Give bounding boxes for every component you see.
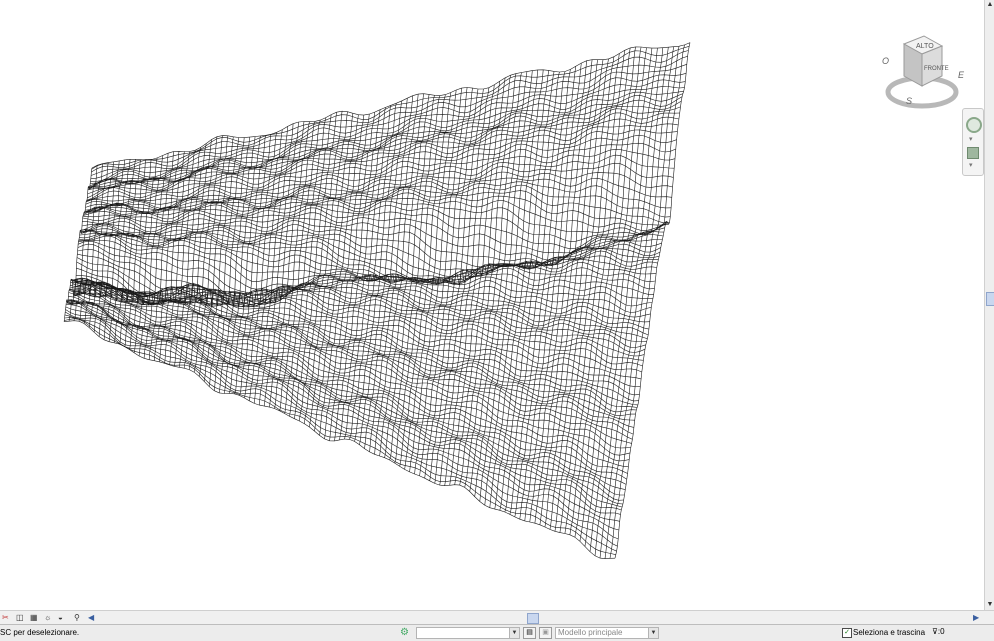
mesh-column-line bbox=[494, 71, 560, 510]
mesh-column-line bbox=[188, 135, 229, 370]
terrain-wireframe-mesh[interactable] bbox=[0, 0, 984, 610]
horizontal-scroll-thumb[interactable] bbox=[527, 613, 539, 624]
mesh-column-line bbox=[369, 93, 424, 452]
mesh-column-line bbox=[609, 44, 685, 559]
3d-view-canvas[interactable]: ALTO FRONTE O E S ▾ ▾ bbox=[0, 0, 984, 610]
mesh-column-line bbox=[559, 47, 631, 533]
design-option-dropdown[interactable]: Modello principale ▼ bbox=[555, 627, 659, 639]
chevron-down-icon[interactable]: ▾ bbox=[969, 135, 973, 143]
mesh-row-line bbox=[78, 233, 656, 283]
mesh-column-line bbox=[319, 114, 370, 436]
status-bar: SC per deselezionare. ⚙ ▼ ▤ ▣ Modello pr… bbox=[0, 624, 994, 641]
scroll-left-icon[interactable]: ◀ bbox=[88, 612, 98, 623]
compass-south-label[interactable]: S bbox=[906, 96, 912, 106]
mesh-column-line bbox=[584, 48, 658, 547]
mesh-row-line bbox=[80, 228, 661, 283]
vertical-scroll-thumb[interactable] bbox=[986, 292, 994, 306]
editable-requests-button[interactable]: ▤ bbox=[523, 627, 536, 639]
compass-east-label[interactable]: E bbox=[958, 70, 965, 80]
mesh-column-line bbox=[234, 132, 278, 394]
scroll-right-icon[interactable]: ▶ bbox=[973, 612, 983, 623]
chevron-down-icon[interactable]: ▼ bbox=[648, 628, 658, 638]
mesh-column-line bbox=[169, 143, 207, 366]
chevron-down-icon[interactable]: ▼ bbox=[509, 628, 519, 638]
filter-count: :0 bbox=[937, 627, 945, 636]
mesh-column-line bbox=[68, 165, 98, 322]
scale-icon[interactable]: ✂ bbox=[2, 612, 9, 623]
viewcube-front-label: FRONTE bbox=[924, 66, 949, 72]
navigation-bar: ▾ ▾ bbox=[962, 108, 984, 176]
mesh-column-line bbox=[499, 71, 566, 511]
crop-view-icon[interactable]: ⚲ bbox=[74, 612, 80, 623]
steering-wheel-icon[interactable] bbox=[966, 117, 982, 133]
chevron-down-icon[interactable]: ▾ bbox=[969, 161, 973, 169]
mesh-column-line bbox=[509, 66, 577, 515]
view-control-bar: ✂ ◫ ▦ ☼ ◒ ⚲ ◀ ▶ bbox=[0, 610, 994, 625]
vertical-scrollbar[interactable]: ▲ ▼ bbox=[984, 0, 994, 610]
detail-level-icon[interactable]: ◫ bbox=[16, 612, 24, 623]
mesh-column-line bbox=[574, 47, 647, 538]
filter-indicator[interactable]: ⊽:0 bbox=[932, 627, 945, 636]
mesh-column-line bbox=[143, 151, 180, 359]
sun-path-icon[interactable]: ☼ bbox=[44, 612, 51, 623]
scroll-down-icon[interactable]: ▼ bbox=[985, 600, 994, 610]
select-drag-label: Seleziona e trascina bbox=[853, 628, 926, 637]
select-drag-checkbox[interactable]: ✓ bbox=[842, 628, 852, 638]
design-options-button[interactable]: ▣ bbox=[539, 627, 552, 639]
viewcube-top-label: ALTO bbox=[916, 43, 934, 50]
mesh-column-line bbox=[594, 47, 669, 556]
workset-dropdown[interactable]: ▼ bbox=[416, 627, 520, 639]
viewcube[interactable]: ALTO FRONTE O E S bbox=[880, 30, 970, 110]
visual-style-icon[interactable]: ▦ bbox=[30, 612, 38, 623]
status-message: SC per deselezionare. bbox=[0, 628, 80, 637]
mesh-column-line bbox=[569, 46, 642, 535]
design-option-value: Modello principale bbox=[558, 628, 623, 637]
zoom-region-icon[interactable] bbox=[967, 147, 979, 159]
shadows-icon[interactable]: ◒ bbox=[58, 612, 63, 623]
scroll-up-icon[interactable]: ▲ bbox=[985, 0, 994, 10]
mesh-row-line bbox=[77, 253, 651, 318]
mesh-grid bbox=[63, 42, 691, 560]
compass-west-label[interactable]: O bbox=[882, 56, 889, 66]
mesh-row-line bbox=[85, 177, 672, 211]
mesh-column-line bbox=[123, 157, 158, 347]
worksets-icon[interactable]: ⚙ bbox=[400, 627, 412, 638]
